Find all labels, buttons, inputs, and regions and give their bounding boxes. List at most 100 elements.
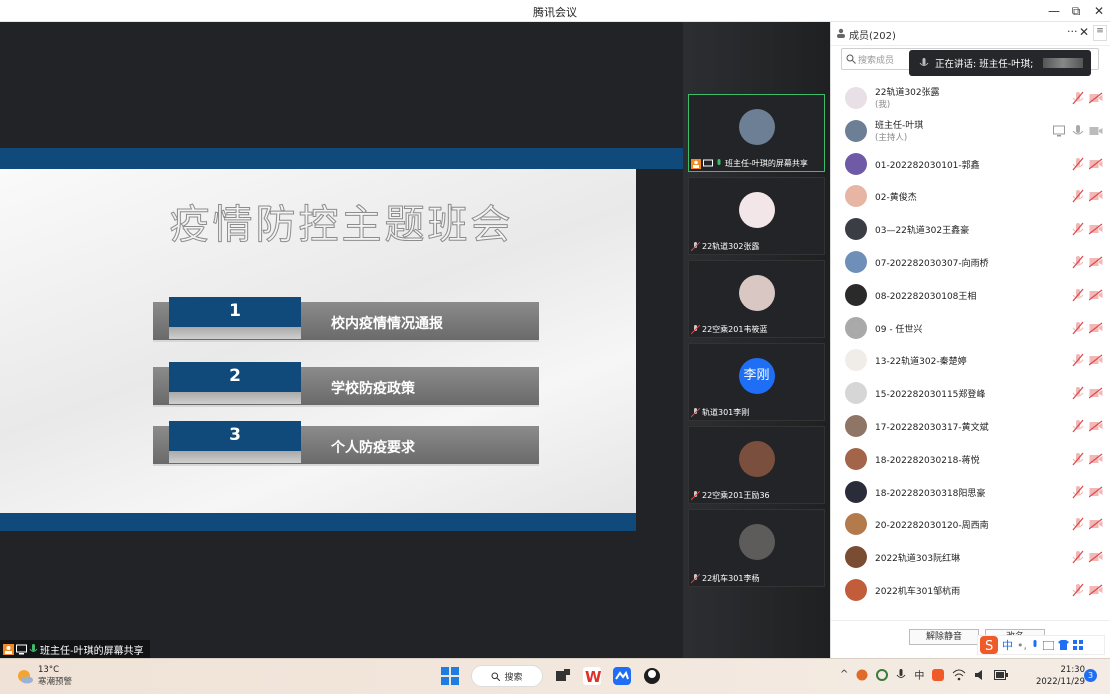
panel-menu-icon[interactable]: ≡ (1093, 25, 1107, 41)
video-tile[interactable]: 22空乘201韦筱蓝 (688, 260, 825, 338)
video-tile[interactable]: 22机车301李杨 (688, 509, 825, 587)
camera-off-icon[interactable] (1089, 486, 1103, 498)
qq-app-icon[interactable] (643, 667, 661, 685)
member-row[interactable]: 03—22轨道302王鑫豪 (831, 213, 1110, 246)
restore-button[interactable]: ⧉ (1065, 2, 1087, 20)
weather-sun-cloud-icon (18, 670, 33, 684)
mic-muted-icon[interactable] (1071, 419, 1085, 433)
task-view-icon[interactable] (555, 668, 571, 684)
close-window-button[interactable]: ✕ (1088, 2, 1110, 20)
member-row[interactable]: 22轨道302张露 (我) (831, 82, 1110, 115)
ime-tray-icon[interactable]: 中 (914, 667, 924, 682)
title-bar: 腾讯会议 — ⧉ ✕ (0, 0, 1110, 22)
camera-off-icon[interactable] (1089, 223, 1103, 235)
mic-icon[interactable] (896, 668, 906, 681)
member-row[interactable]: 18-202282030218-蒋悦 (831, 443, 1110, 476)
mic-muted-icon (691, 573, 700, 583)
member-avatar (845, 349, 867, 372)
member-name: 22轨道302张露 (875, 88, 940, 98)
member-row[interactable]: 09 - 任世兴 (831, 312, 1110, 345)
camera-off-icon[interactable] (1089, 256, 1103, 268)
user-icon (3, 643, 14, 655)
mic-muted-icon[interactable] (1071, 485, 1085, 499)
camera-off-icon[interactable] (1089, 518, 1103, 530)
member-row[interactable]: 2022机车301邹杭雨 (831, 574, 1110, 607)
camera-off-icon[interactable] (1089, 551, 1103, 563)
camera-off-icon[interactable] (1089, 354, 1103, 366)
close-panel-icon[interactable]: ✕ (1079, 25, 1089, 39)
member-row[interactable]: 15-202282030115郑登峰 (831, 377, 1110, 410)
more-options-icon[interactable]: ··· (1067, 25, 1078, 38)
screen-share-icon (703, 159, 713, 166)
weather-widget[interactable]: 13°C 寒潮预警 (16, 665, 72, 687)
sync-icon[interactable] (876, 668, 889, 681)
windows-start-icon[interactable] (441, 667, 459, 685)
camera-off-icon[interactable] (1089, 92, 1103, 104)
mic-muted-icon[interactable] (1071, 321, 1085, 335)
member-row[interactable]: 13-22轨道302-秦楚婷 (831, 344, 1110, 377)
member-row[interactable]: 18-202282030318阳思豪 (831, 476, 1110, 509)
camera-off-icon[interactable] (1089, 420, 1103, 432)
member-row[interactable]: 08-202282030108王相 (831, 279, 1110, 312)
mic-muted-icon[interactable] (1071, 386, 1085, 400)
taskbar-search[interactable]: 搜索 (471, 665, 543, 687)
qq-tray-icon[interactable] (856, 669, 868, 681)
speaker-icon[interactable] (974, 669, 986, 681)
avatar: 李刚 (738, 358, 775, 394)
mic-muted-icon[interactable] (1071, 157, 1085, 171)
member-row[interactable]: 20-202282030120-周西南 (831, 508, 1110, 541)
clock[interactable]: 21:30 2022/11/29 (1036, 664, 1085, 688)
mic-muted-icon[interactable] (1071, 255, 1085, 269)
member-row[interactable]: 2022轨道303阮红琳 (831, 541, 1110, 574)
wifi-icon[interactable] (952, 669, 966, 681)
tencent-meeting-icon[interactable] (613, 667, 631, 685)
member-name: 2022机车301邹杭雨 (875, 586, 961, 597)
notification-badge[interactable]: 3 (1084, 669, 1097, 682)
mic-muted-icon[interactable] (1071, 452, 1085, 466)
member-avatar (845, 218, 867, 241)
video-tile[interactable]: 22轨道302张露 (688, 177, 825, 255)
camera-off-icon[interactable] (1089, 453, 1103, 465)
video-tile[interactable]: 李刚 轨道301李刚 (688, 343, 825, 421)
mic-muted-icon[interactable] (1071, 288, 1085, 302)
search-icon (491, 672, 501, 681)
battery-icon[interactable] (994, 669, 1009, 680)
mic-muted-icon[interactable] (1071, 550, 1085, 564)
mic-muted-icon[interactable] (1071, 222, 1085, 236)
mic-icon (717, 158, 721, 165)
camera-off-icon[interactable] (1089, 387, 1103, 399)
sogou-tray-icon[interactable] (932, 668, 945, 681)
mic-muted-icon[interactable] (1071, 91, 1085, 105)
mic-muted-icon[interactable] (1071, 353, 1085, 367)
mic-icon[interactable] (1071, 124, 1085, 138)
video-tile[interactable]: 班主任-叶琪的屏幕共享 (688, 94, 825, 172)
member-name: 02-黄俊杰 (875, 193, 917, 204)
mic-muted-icon[interactable] (1071, 189, 1085, 203)
member-row[interactable]: 17-202282030317-黄文斌 (831, 410, 1110, 443)
camera-off-icon[interactable] (1089, 322, 1103, 334)
member-row[interactable]: 班主任-叶琪 (主持人) (831, 115, 1110, 148)
video-tile[interactable]: 22空乘201王励36 (688, 426, 825, 504)
member-row[interactable]: 07-202282030307-向雨桥 (831, 246, 1110, 279)
minimize-button[interactable]: — (1043, 2, 1065, 20)
search-icon (846, 54, 856, 64)
camera-off-icon[interactable] (1089, 158, 1103, 170)
chevron-up-icon[interactable]: ^ (840, 669, 848, 680)
member-name: 03—22轨道302王鑫豪 (875, 226, 970, 237)
ime-toolbar[interactable]: S 中 •, (977, 635, 1105, 655)
unmute-all-button[interactable]: 解除静音 (909, 629, 979, 645)
member-row[interactable]: 02-黄俊杰 (831, 180, 1110, 213)
camera-off-icon[interactable] (1089, 289, 1103, 301)
video-gallery: 班主任-叶琪的屏幕共享 22轨道302张露 22空乘201韦筱蓝 李刚 轨道30… (683, 22, 830, 658)
mic-muted-icon[interactable] (1071, 517, 1085, 531)
member-row[interactable]: 01-202282030101-郭鑫 (831, 148, 1110, 181)
member-name: 17-202282030317-黄文斌 (875, 422, 989, 433)
camera-off-icon[interactable] (1089, 584, 1103, 596)
member-avatar (845, 578, 867, 601)
agenda-text: 学校防疫政策 (331, 381, 415, 397)
camera-off-icon[interactable] (1089, 190, 1103, 202)
mic-muted-icon[interactable] (1071, 583, 1085, 597)
wps-office-icon[interactable]: W (583, 667, 601, 685)
camera-icon[interactable] (1089, 125, 1103, 137)
slide-bottom-bar (0, 513, 636, 531)
